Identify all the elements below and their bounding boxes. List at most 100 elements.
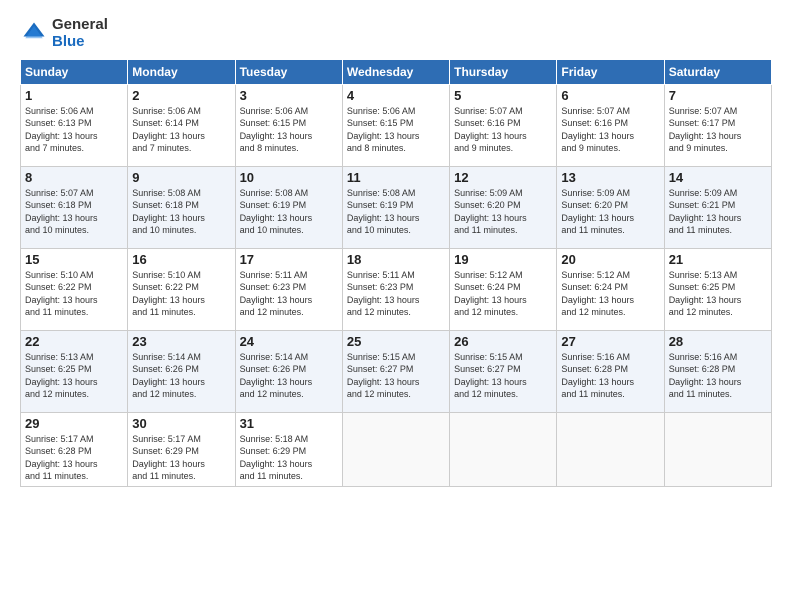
daylight-label: Daylight: 13 hours — [669, 213, 742, 223]
daylight-minutes: and 12 minutes. — [669, 307, 733, 317]
day-number: 26 — [454, 334, 552, 349]
sunrise-label: Sunrise: 5:14 AM — [132, 352, 201, 362]
calendar-cell — [557, 412, 664, 486]
calendar-cell: 10 Sunrise: 5:08 AM Sunset: 6:19 PM Dayl… — [235, 166, 342, 248]
calendar-cell: 30 Sunrise: 5:17 AM Sunset: 6:29 PM Dayl… — [128, 412, 235, 486]
calendar-cell: 8 Sunrise: 5:07 AM Sunset: 6:18 PM Dayli… — [21, 166, 128, 248]
calendar-cell: 3 Sunrise: 5:06 AM Sunset: 6:15 PM Dayli… — [235, 84, 342, 166]
day-number: 7 — [669, 88, 767, 103]
daylight-minutes: and 8 minutes. — [240, 143, 299, 153]
day-number: 22 — [25, 334, 123, 349]
calendar-cell: 19 Sunrise: 5:12 AM Sunset: 6:24 PM Dayl… — [450, 248, 557, 330]
sunset-label: Sunset: 6:23 PM — [240, 282, 307, 292]
calendar-cell: 26 Sunrise: 5:15 AM Sunset: 6:27 PM Dayl… — [450, 330, 557, 412]
daylight-label: Daylight: 13 hours — [669, 377, 742, 387]
sunset-label: Sunset: 6:16 PM — [454, 118, 521, 128]
sunset-label: Sunset: 6:27 PM — [454, 364, 521, 374]
logo-general-text: General — [52, 16, 108, 33]
weekday-header-row: SundayMondayTuesdayWednesdayThursdayFrid… — [21, 59, 772, 84]
sunrise-label: Sunrise: 5:13 AM — [669, 270, 738, 280]
sunset-label: Sunset: 6:25 PM — [25, 364, 92, 374]
day-number: 8 — [25, 170, 123, 185]
calendar-week-row: 22 Sunrise: 5:13 AM Sunset: 6:25 PM Dayl… — [21, 330, 772, 412]
day-info: Sunrise: 5:16 AM Sunset: 6:28 PM Dayligh… — [561, 351, 659, 401]
sunset-label: Sunset: 6:28 PM — [669, 364, 736, 374]
day-number: 10 — [240, 170, 338, 185]
sunrise-label: Sunrise: 5:07 AM — [454, 106, 523, 116]
calendar-cell: 11 Sunrise: 5:08 AM Sunset: 6:19 PM Dayl… — [342, 166, 449, 248]
day-info: Sunrise: 5:18 AM Sunset: 6:29 PM Dayligh… — [240, 433, 338, 483]
daylight-label: Daylight: 13 hours — [454, 131, 527, 141]
sunrise-label: Sunrise: 5:06 AM — [25, 106, 94, 116]
daylight-minutes: and 11 minutes. — [132, 307, 195, 317]
daylight-label: Daylight: 13 hours — [240, 459, 313, 469]
day-number: 1 — [25, 88, 123, 103]
sunrise-label: Sunrise: 5:17 AM — [132, 434, 201, 444]
sunrise-label: Sunrise: 5:06 AM — [132, 106, 201, 116]
day-info: Sunrise: 5:15 AM Sunset: 6:27 PM Dayligh… — [347, 351, 445, 401]
day-number: 20 — [561, 252, 659, 267]
sunrise-label: Sunrise: 5:12 AM — [454, 270, 523, 280]
calendar-cell: 7 Sunrise: 5:07 AM Sunset: 6:17 PM Dayli… — [664, 84, 771, 166]
day-number: 13 — [561, 170, 659, 185]
sunset-label: Sunset: 6:16 PM — [561, 118, 628, 128]
sunset-label: Sunset: 6:14 PM — [132, 118, 199, 128]
day-number: 23 — [132, 334, 230, 349]
daylight-label: Daylight: 13 hours — [347, 377, 420, 387]
daylight-minutes: and 8 minutes. — [347, 143, 406, 153]
sunset-label: Sunset: 6:15 PM — [240, 118, 307, 128]
daylight-minutes: and 11 minutes. — [240, 471, 303, 481]
day-number: 5 — [454, 88, 552, 103]
sunset-label: Sunset: 6:22 PM — [25, 282, 92, 292]
sunset-label: Sunset: 6:26 PM — [132, 364, 199, 374]
sunrise-label: Sunrise: 5:14 AM — [240, 352, 309, 362]
sunrise-label: Sunrise: 5:15 AM — [347, 352, 416, 362]
day-info: Sunrise: 5:16 AM Sunset: 6:28 PM Dayligh… — [669, 351, 767, 401]
daylight-minutes: and 10 minutes. — [347, 225, 411, 235]
sunset-label: Sunset: 6:27 PM — [347, 364, 414, 374]
daylight-minutes: and 11 minutes. — [132, 471, 195, 481]
day-number: 29 — [25, 416, 123, 431]
header: General Blue — [20, 16, 772, 51]
day-info: Sunrise: 5:15 AM Sunset: 6:27 PM Dayligh… — [454, 351, 552, 401]
daylight-label: Daylight: 13 hours — [347, 213, 420, 223]
daylight-minutes: and 12 minutes. — [132, 389, 196, 399]
sunrise-label: Sunrise: 5:07 AM — [669, 106, 738, 116]
day-info: Sunrise: 5:08 AM Sunset: 6:18 PM Dayligh… — [132, 187, 230, 237]
sunset-label: Sunset: 6:23 PM — [347, 282, 414, 292]
daylight-label: Daylight: 13 hours — [25, 295, 98, 305]
daylight-label: Daylight: 13 hours — [561, 295, 634, 305]
daylight-minutes: and 11 minutes. — [669, 225, 732, 235]
sunset-label: Sunset: 6:28 PM — [561, 364, 628, 374]
daylight-minutes: and 11 minutes. — [561, 389, 624, 399]
sunset-label: Sunset: 6:21 PM — [669, 200, 736, 210]
sunset-label: Sunset: 6:18 PM — [132, 200, 199, 210]
calendar-cell: 29 Sunrise: 5:17 AM Sunset: 6:28 PM Dayl… — [21, 412, 128, 486]
daylight-label: Daylight: 13 hours — [132, 459, 205, 469]
day-number: 16 — [132, 252, 230, 267]
daylight-minutes: and 9 minutes. — [454, 143, 513, 153]
daylight-minutes: and 12 minutes. — [240, 389, 304, 399]
calendar-cell: 21 Sunrise: 5:13 AM Sunset: 6:25 PM Dayl… — [664, 248, 771, 330]
day-info: Sunrise: 5:12 AM Sunset: 6:24 PM Dayligh… — [561, 269, 659, 319]
daylight-label: Daylight: 13 hours — [669, 131, 742, 141]
daylight-label: Daylight: 13 hours — [25, 377, 98, 387]
sunset-label: Sunset: 6:17 PM — [669, 118, 736, 128]
daylight-minutes: and 7 minutes. — [25, 143, 84, 153]
calendar-cell: 14 Sunrise: 5:09 AM Sunset: 6:21 PM Dayl… — [664, 166, 771, 248]
calendar-cell: 1 Sunrise: 5:06 AM Sunset: 6:13 PM Dayli… — [21, 84, 128, 166]
day-number: 18 — [347, 252, 445, 267]
sunset-label: Sunset: 6:22 PM — [132, 282, 199, 292]
calendar-cell: 15 Sunrise: 5:10 AM Sunset: 6:22 PM Dayl… — [21, 248, 128, 330]
day-info: Sunrise: 5:06 AM Sunset: 6:13 PM Dayligh… — [25, 105, 123, 155]
calendar-cell: 5 Sunrise: 5:07 AM Sunset: 6:16 PM Dayli… — [450, 84, 557, 166]
sunrise-label: Sunrise: 5:08 AM — [347, 188, 416, 198]
sunset-label: Sunset: 6:19 PM — [347, 200, 414, 210]
calendar-cell: 17 Sunrise: 5:11 AM Sunset: 6:23 PM Dayl… — [235, 248, 342, 330]
page: General Blue SundayMondayTuesdayWednesda… — [0, 0, 792, 612]
daylight-label: Daylight: 13 hours — [240, 213, 313, 223]
day-number: 3 — [240, 88, 338, 103]
day-number: 14 — [669, 170, 767, 185]
sunrise-label: Sunrise: 5:06 AM — [240, 106, 309, 116]
logo-icon — [20, 19, 48, 47]
